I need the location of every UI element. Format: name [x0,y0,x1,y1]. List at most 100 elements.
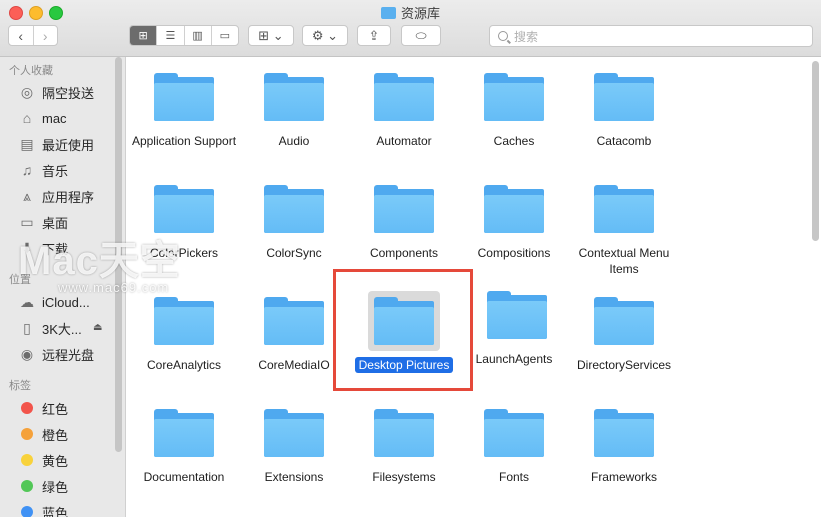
search-field[interactable]: 搜索 [489,25,813,47]
sidebar-item-applications[interactable]: ⩓ 应用程序 [18,186,94,206]
sidebar-item-icloud[interactable]: ☁ iCloud... [18,292,90,312]
folder-item[interactable]: Documentation [129,393,239,505]
folder-label-text: Caches [493,134,535,148]
tags-button[interactable]: ⬭ [401,25,441,46]
folder-item[interactable]: Audio [239,57,349,169]
folder-label: LaunchAgents [459,351,569,367]
sidebar-scrollbar[interactable] [115,57,122,452]
forward-button[interactable]: › [32,26,58,45]
folder-icon [264,409,324,457]
sidebar-item-music[interactable]: ♫ 音乐 [18,160,68,180]
home-icon: ⌂ [22,110,32,126]
list-view-button[interactable]: ☰ [156,26,183,45]
optical-disc-icon: ◉ [20,345,34,362]
folder-item[interactable]: DirectoryServices [569,281,679,393]
folder-label: Catacomb [569,133,679,149]
folder-item[interactable]: Automator [349,57,459,169]
folder-item[interactable]: ColorPickers [129,169,239,281]
folder-icon [484,409,544,457]
group-button[interactable]: ⊞ ⌄ [248,25,294,46]
sidebar-tag-yellow[interactable]: 黄色 [18,450,68,470]
sidebar-item-label: mac [42,110,67,126]
tag-color-dot [21,506,33,517]
gallery-view-button[interactable]: ▭ [210,26,238,45]
folder-item[interactable]: Contextual Menu Items [569,169,679,281]
content-scrollbar[interactable] [812,61,819,241]
folder-icon [594,73,654,121]
folder-item[interactable]: Application Support [129,57,239,169]
folder-item[interactable]: Compositions [459,169,569,281]
sidebar-item-label: 蓝色 [42,505,69,517]
folder-label-text: Filesystems [372,470,436,484]
folder-item[interactable]: LaunchAgents [459,281,569,393]
folder-label-text: Extensions [264,470,324,484]
folder-label-text: ColorPickers [149,246,218,260]
toolbar: 资源库 ‹ › ⊞ ☰ ▥ ▭ ⊞ ⌄ ⚙ ⌄ ⇪ ⬭ 搜索 [0,0,821,57]
folder-item[interactable]: Fonts [459,393,569,505]
eject-icon[interactable]: ⏏ [93,322,102,333]
folder-item[interactable]: Caches [459,57,569,169]
folder-item[interactable]: CoreAnalytics [129,281,239,393]
share-icon: ⇪ [368,27,380,43]
highlight-box [333,269,473,391]
sidebar-item-label: 下载 [42,241,69,257]
sidebar-section-locations: 位置 [9,274,31,286]
sidebar-tag-blue[interactable]: 蓝色 [18,502,68,517]
gear-icon: ⚙ ⌄ [311,27,339,43]
folder-label: Caches [459,133,569,149]
folder-label-text: Contextual Menu Items [578,246,670,276]
folder-icon [487,291,547,339]
folder-icon [154,185,214,233]
sidebar-item-remote-disc[interactable]: ◉ 远程光盘 [18,344,94,364]
folder-item[interactable]: Components [349,169,459,281]
airdrop-icon: ◎ [20,83,34,100]
sidebar-item-desktop[interactable]: ▭ 桌面 [18,212,68,232]
column-view-button[interactable]: ▥ [183,26,211,45]
folder-label-text: LaunchAgents [475,352,553,366]
folder-label: Compositions [459,245,569,261]
folder-icon [264,297,324,345]
sidebar-item-airdrop[interactable]: ◎ 隔空投送 [18,82,94,102]
recents-icon: ▤ [20,135,34,152]
folder-icon [154,73,214,121]
folder-label: Filesystems [349,469,459,485]
action-button[interactable]: ⚙ ⌄ [302,25,348,46]
icon-view-button[interactable]: ⊞ [130,26,157,45]
folder-label-text: Documentation [143,470,225,484]
folder-label: Audio [239,133,349,149]
folder-label: Extensions [239,469,349,485]
sidebar-item-label: iCloud... [42,294,90,310]
sidebar-item-recents[interactable]: ▤ 最近使用 [18,134,94,154]
folder-label-text: ColorSync [266,246,322,260]
sidebar-item-downloads[interactable]: ⬇ 下载 [18,238,68,258]
sidebar-tag-orange[interactable]: 橙色 [18,424,68,444]
sidebar-item-label: 远程光盘 [42,347,95,363]
sidebar-tag-red[interactable]: 红色 [18,398,68,418]
folder-item[interactable]: Catacomb [569,57,679,169]
sidebar-item-label: 3K大... [42,321,82,337]
sidebar-item-label: 橙色 [42,427,69,443]
downloads-icon: ⬇ [21,239,33,256]
sidebar-item-disk[interactable]: ▯ 3K大... [18,318,82,338]
back-button[interactable]: ‹ [9,26,33,45]
folder-item[interactable]: Frameworks [569,393,679,505]
folder-label-text: Fonts [498,470,529,484]
folder-label: Components [349,245,459,261]
folder-icon [484,73,544,121]
folder-label-text: Frameworks [590,470,657,484]
sidebar-item-label: 黄色 [42,453,69,469]
music-icon: ♫ [21,162,33,178]
folder-icon [154,409,214,457]
folder-label: Contextual Menu Items [569,245,679,277]
folder-item[interactable]: ColorSync [239,169,349,281]
sidebar-tag-green[interactable]: 绿色 [18,476,68,496]
folder-item[interactable]: Filesystems [349,393,459,505]
view-mode-selector: ⊞ ☰ ▥ ▭ [129,25,239,46]
folder-label: Frameworks [569,469,679,485]
tag-color-dot [21,480,33,492]
sidebar-item-home[interactable]: ⌂ mac [18,108,67,128]
folder-label: ColorSync [239,245,349,261]
share-button[interactable]: ⇪ [357,25,391,46]
folder-label-text: Audio [278,134,310,148]
folder-item[interactable]: Extensions [239,393,349,505]
